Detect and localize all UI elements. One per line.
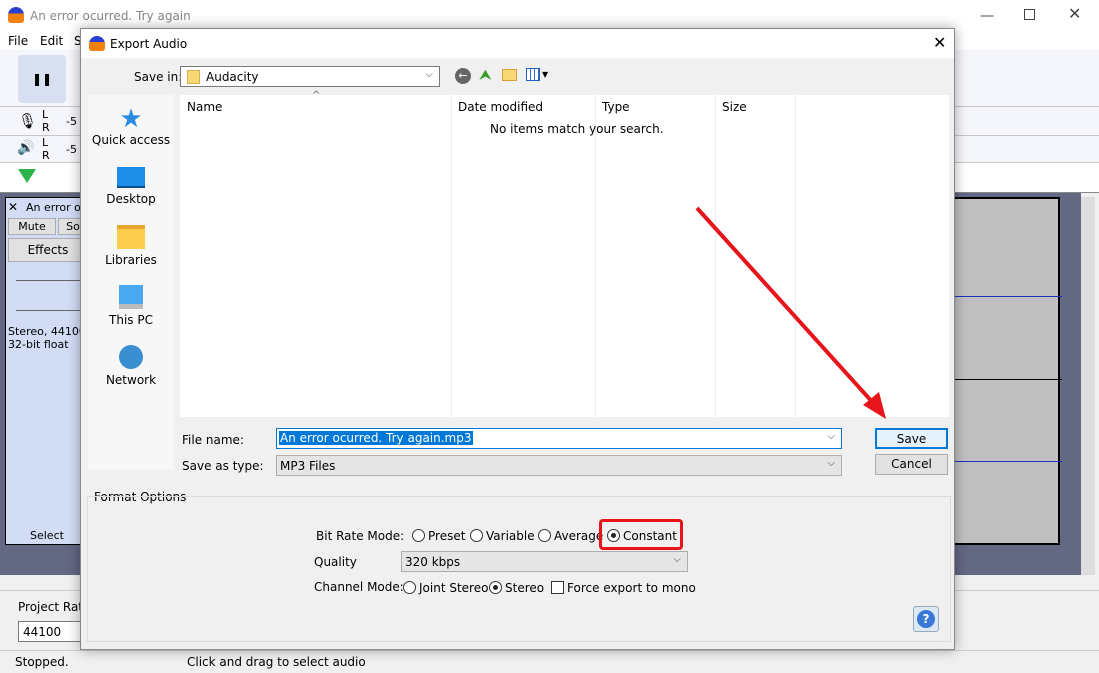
arrow-shaft [695, 206, 877, 407]
red-arrow-annotation [695, 206, 886, 419]
